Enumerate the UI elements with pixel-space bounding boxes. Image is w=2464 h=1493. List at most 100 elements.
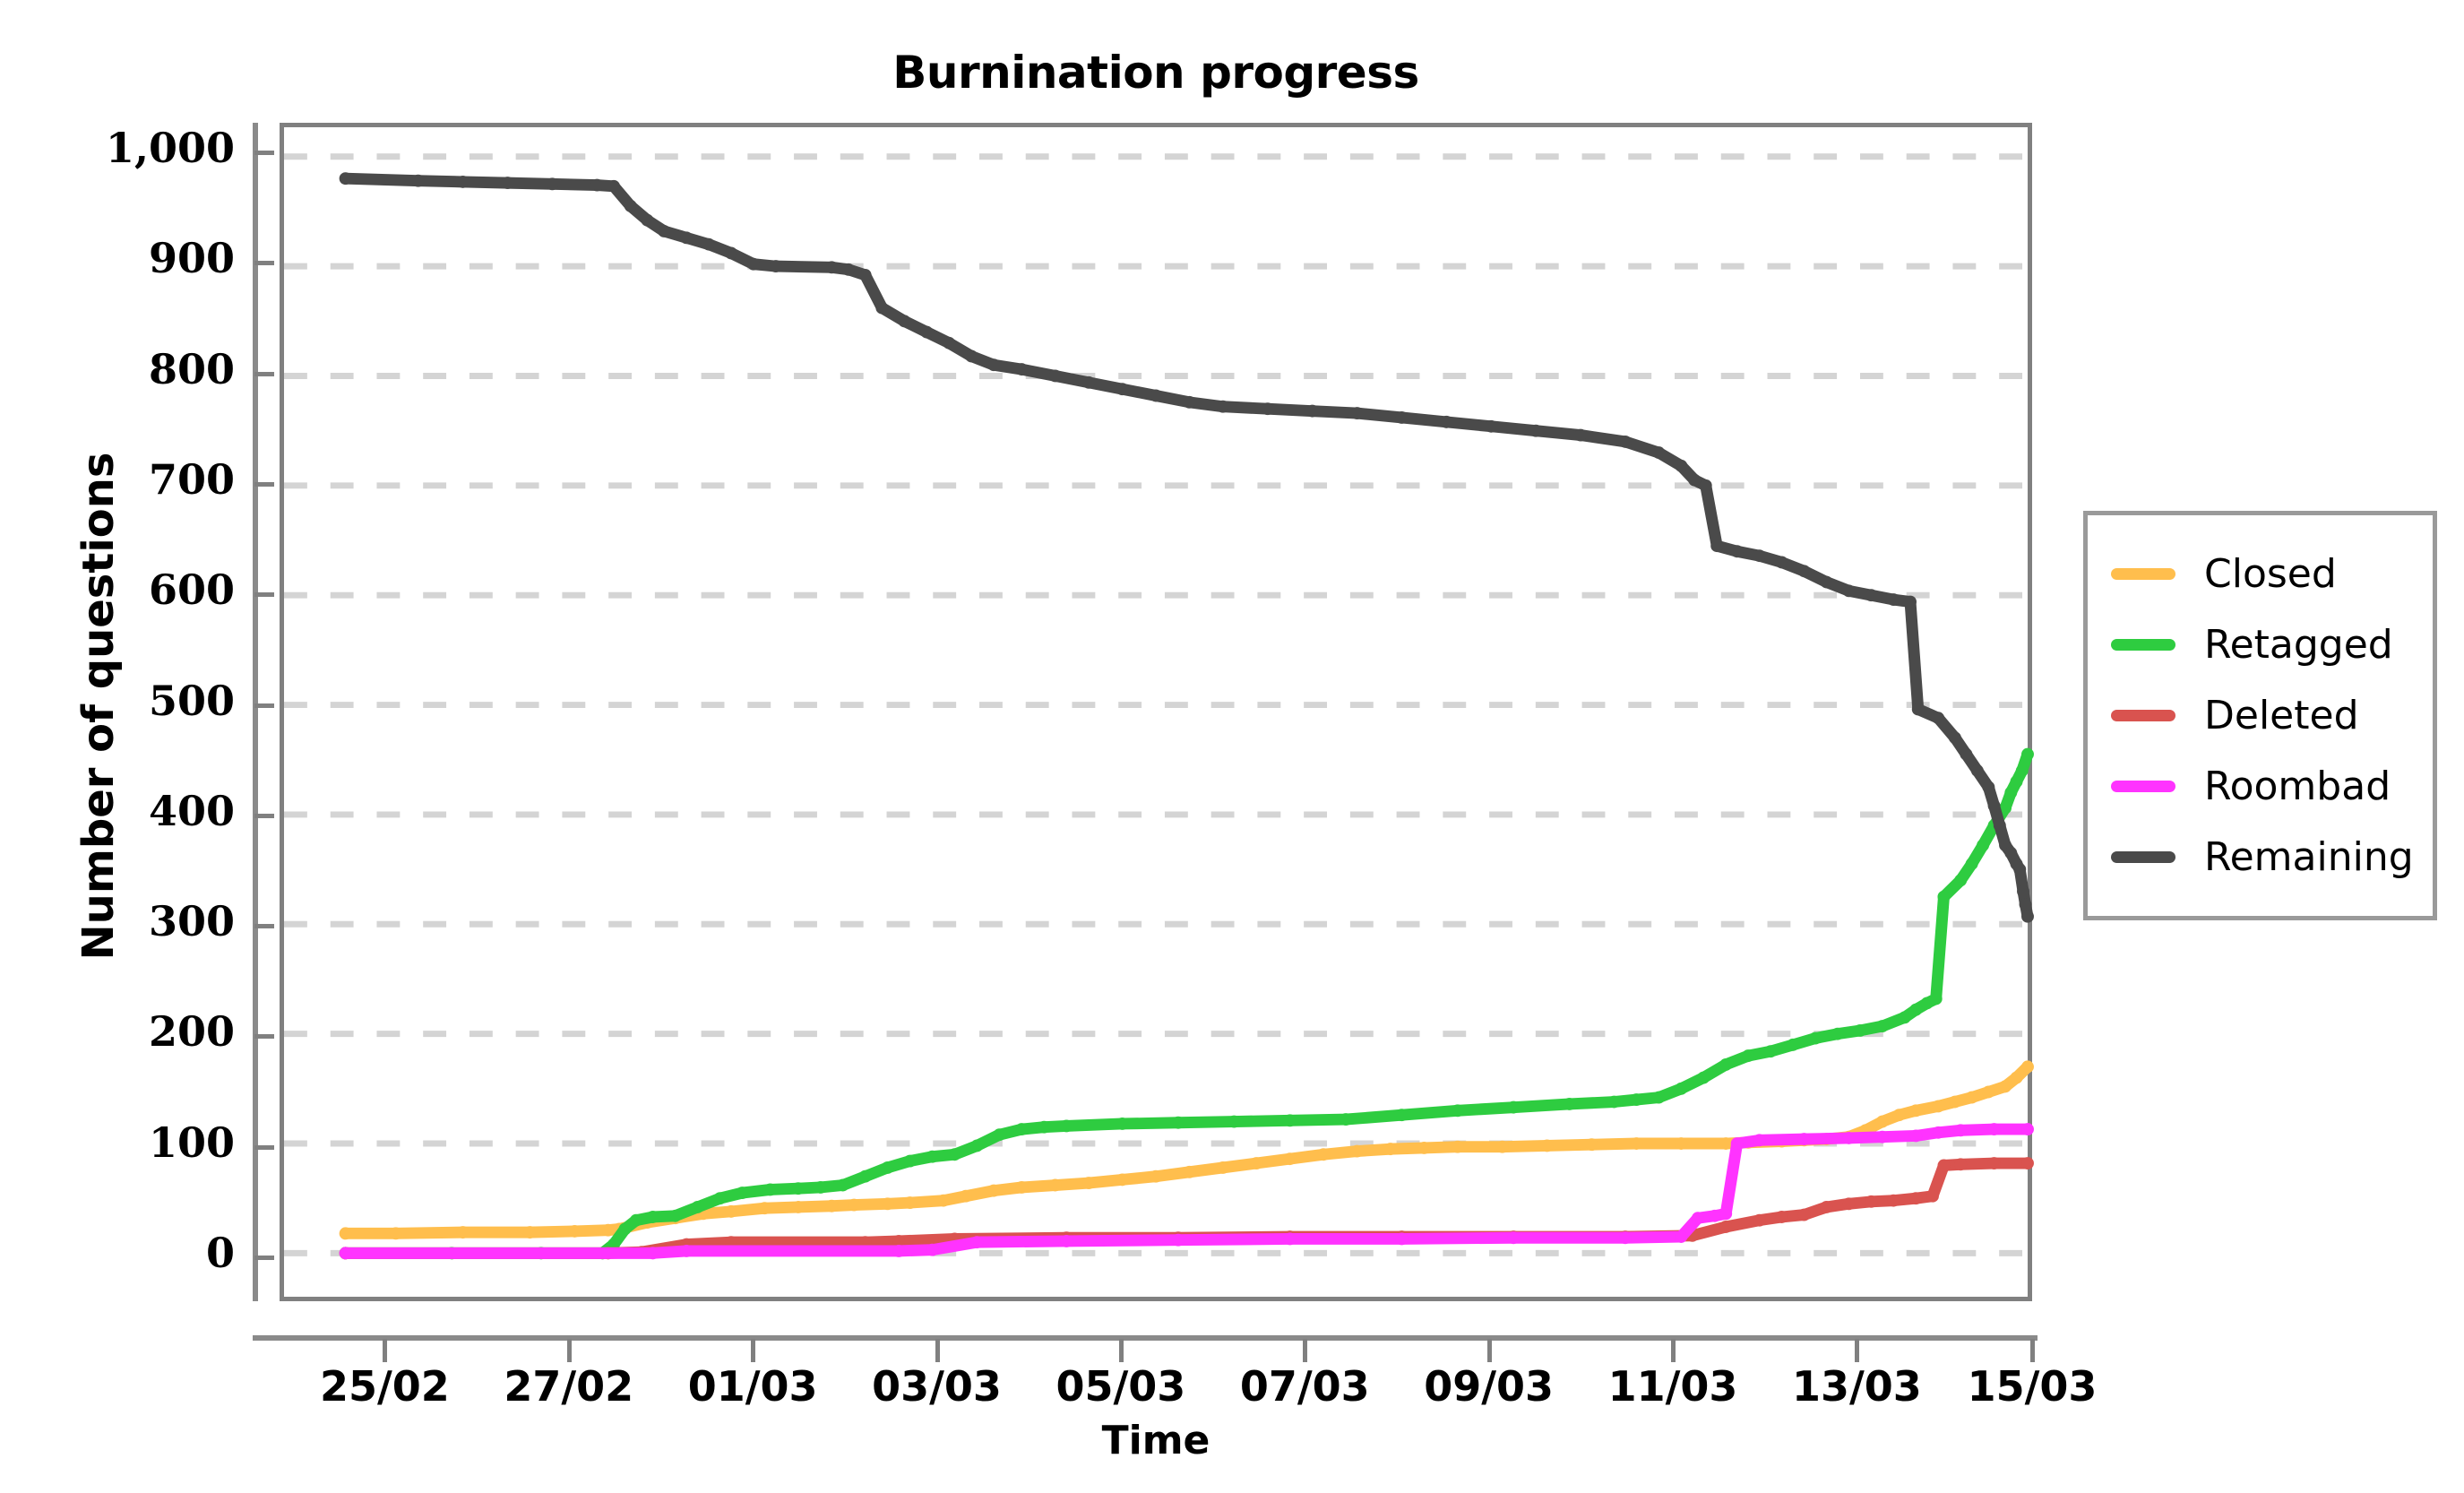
- data-point: [1820, 1201, 1833, 1213]
- x-axis-title: Time: [1101, 1418, 1210, 1463]
- legend-swatch-retagged: [2111, 639, 2175, 651]
- data-point: [1395, 411, 1409, 424]
- data-point: [1618, 435, 1632, 448]
- series-line: [340, 172, 2034, 923]
- data-point: [2019, 898, 2032, 911]
- data-point: [1305, 404, 1319, 418]
- data-point: [1932, 1100, 1945, 1113]
- data-point: [2004, 786, 2018, 799]
- data-point: [970, 1236, 984, 1249]
- data-point: [993, 1128, 1006, 1142]
- legend-item-retagged[interactable]: Retagged: [2088, 609, 2433, 680]
- y-tick-mark: [254, 151, 274, 155]
- data-point: [1171, 1233, 1185, 1247]
- x-tick-label: 11/03: [1607, 1362, 1738, 1411]
- data-point: [646, 1211, 659, 1223]
- legend-item-deleted[interactable]: Deleted: [2088, 680, 2433, 751]
- data-point: [1977, 839, 1990, 852]
- data-point: [965, 350, 978, 363]
- legend-swatch-roombad: [2111, 781, 2175, 792]
- data-point: [2021, 1157, 2034, 1169]
- data-point: [1250, 1157, 1263, 1169]
- data-point: [1710, 539, 1724, 553]
- data-point: [1948, 731, 1961, 745]
- data-point: [1898, 1011, 1911, 1024]
- x-tick-mark: [1118, 1339, 1124, 1362]
- data-point: [2013, 863, 2027, 876]
- legend-item-closed[interactable]: Closed: [2088, 539, 2433, 609]
- data-point: [568, 1224, 582, 1238]
- data-point: [523, 1226, 537, 1239]
- data-point: [1719, 1137, 1733, 1150]
- data-point: [881, 1197, 894, 1211]
- data-point: [1865, 1195, 1878, 1208]
- data-point: [1383, 1143, 1397, 1156]
- data-point: [1853, 1024, 1866, 1037]
- data-point: [825, 261, 839, 274]
- data-point: [903, 1196, 917, 1210]
- data-point: [1911, 703, 1925, 716]
- data-point: [1417, 1141, 1431, 1154]
- data-point: [1875, 1020, 1889, 1033]
- data-point: [456, 1226, 470, 1239]
- data-point: [1529, 424, 1543, 437]
- data-point: [1954, 1124, 1968, 1137]
- data-point: [1048, 1178, 1062, 1192]
- data-point: [1987, 1157, 2001, 1169]
- data-point: [791, 1182, 805, 1195]
- data-point: [1929, 992, 1943, 1005]
- plot-inner: [284, 127, 2034, 1297]
- data-point: [1865, 589, 1878, 602]
- data-point: [601, 1223, 615, 1237]
- data-point: [339, 1247, 352, 1260]
- chart-title: Burnination progress: [892, 47, 1419, 99]
- data-point: [1395, 1232, 1409, 1246]
- data-point: [713, 1192, 727, 1205]
- data-point: [763, 1183, 777, 1196]
- data-point: [1060, 1234, 1073, 1247]
- y-tick-label: 1,000: [105, 124, 235, 172]
- data-point: [1228, 1115, 1241, 1128]
- data-point: [881, 1161, 894, 1174]
- legend-item-roombad[interactable]: Roombad: [2088, 751, 2433, 822]
- data-point: [1060, 1119, 1073, 1133]
- data-point: [1317, 1148, 1331, 1161]
- data-point: [339, 172, 352, 186]
- data-point: [1563, 1098, 1576, 1110]
- legend-item-remaining[interactable]: Remaining: [2088, 822, 2433, 893]
- data-point: [389, 1227, 402, 1240]
- data-point: [1887, 593, 1900, 607]
- x-tick-label: 13/03: [1791, 1362, 1922, 1411]
- data-point: [1875, 1130, 1889, 1143]
- data-point: [948, 1148, 961, 1161]
- data-point: [836, 1178, 849, 1192]
- data-point: [814, 1181, 827, 1194]
- y-tick-mark: [254, 924, 274, 929]
- data-point: [1116, 1118, 1129, 1130]
- data-point: [1507, 1100, 1521, 1114]
- data-point: [1742, 1049, 1755, 1063]
- x-tick-mark: [383, 1339, 388, 1362]
- x-tick-mark: [751, 1339, 756, 1362]
- data-point: [629, 1213, 642, 1227]
- data-point: [848, 1198, 861, 1212]
- y-tick-mark: [254, 481, 274, 487]
- data-point: [1993, 819, 2006, 833]
- x-tick-mark: [1303, 1339, 1308, 1362]
- data-point: [1753, 1213, 1766, 1227]
- y-tick-mark: [254, 1034, 274, 1040]
- data-point: [1982, 781, 1995, 794]
- series-retagged: [339, 747, 2034, 1260]
- data-point: [736, 1187, 749, 1200]
- legend-label: Remaining: [2204, 834, 2414, 880]
- data-point: [1675, 1082, 1688, 1095]
- data-point: [2021, 910, 2034, 923]
- x-tick-label: 15/03: [1967, 1362, 2098, 1411]
- data-point: [1948, 1095, 1961, 1109]
- y-tick-mark: [254, 1256, 274, 1260]
- data-point: [646, 1247, 659, 1260]
- data-point: [1909, 1003, 1923, 1016]
- y-tick-mark: [254, 371, 274, 376]
- data-point: [943, 336, 956, 350]
- data-point: [1719, 1221, 1733, 1233]
